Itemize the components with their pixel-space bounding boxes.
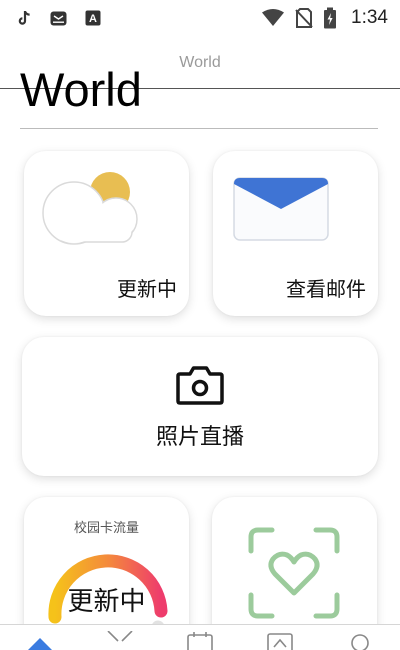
mail-label: 查看邮件 <box>286 277 366 301</box>
explore-icon[interactable] <box>106 630 134 650</box>
photo-live-label: 照片直播 <box>155 425 244 450</box>
bottom-navigation <box>0 624 400 650</box>
mail-envelope-icon <box>233 177 331 247</box>
weather-card[interactable]: 更新中 <box>24 151 189 316</box>
tiktok-icon <box>18 10 32 26</box>
camera-icon <box>176 365 224 409</box>
calendar-icon[interactable] <box>186 631 214 650</box>
heart-scan-icon <box>248 527 340 623</box>
wifi-icon <box>261 9 285 27</box>
campus-card-title: 校园卡流量 <box>73 521 139 536</box>
status-bar: A 1:34 <box>0 0 400 36</box>
page-title: World <box>20 66 220 108</box>
campus-card-value: 更新中 <box>67 587 146 617</box>
svg-text:A: A <box>89 13 97 25</box>
news-app-icon <box>50 11 67 26</box>
weather-status-label: 更新中 <box>117 277 177 301</box>
text-app-icon: A <box>85 10 101 26</box>
search-icon[interactable] <box>346 631 374 650</box>
photo-live-card[interactable]: 照片直播 <box>22 337 378 476</box>
home-icon[interactable] <box>26 631 54 650</box>
weather-partly-cloudy-icon <box>40 169 168 263</box>
page-title-text: World <box>20 66 142 108</box>
no-sim-icon <box>295 8 313 28</box>
battery-charging-icon <box>323 7 337 29</box>
mail-card[interactable]: 查看邮件 <box>213 151 378 316</box>
status-time: 1:34 <box>351 7 388 28</box>
title-divider <box>20 128 378 129</box>
profile-card-icon[interactable] <box>266 631 294 650</box>
